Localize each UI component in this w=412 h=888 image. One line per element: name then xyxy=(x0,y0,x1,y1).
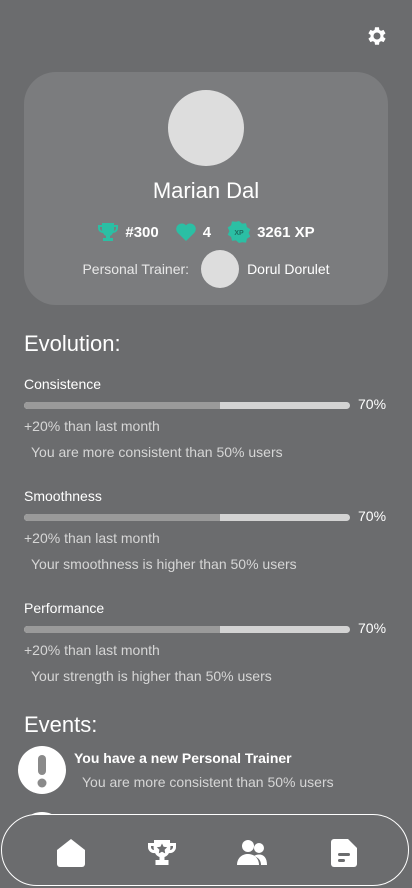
likes-value: 4 xyxy=(202,223,212,241)
progress-row: 70% xyxy=(24,394,394,416)
home-icon xyxy=(57,839,85,867)
heart-icon xyxy=(175,223,196,241)
event-title: You have a new Personal Trainer xyxy=(74,750,292,766)
gear-icon xyxy=(368,27,386,45)
progress-row: 70% xyxy=(24,506,394,528)
svg-text:XP: XP xyxy=(234,230,244,237)
progress-bar xyxy=(24,514,350,521)
metric-note: You are more consistent than 50% users xyxy=(31,444,283,460)
event-item[interactable]: You have a new Personal Trainer You are … xyxy=(18,746,398,796)
metric-smoothness: Smoothness 70% +20% than last month Your… xyxy=(24,488,394,572)
metric-label: Smoothness xyxy=(24,488,102,504)
profile-name: Marian Dal xyxy=(152,178,260,203)
trainer-avatar[interactable] xyxy=(201,250,240,288)
metric-label: Consistence xyxy=(24,376,102,392)
progress-row: 70% xyxy=(24,618,394,640)
xp-badge-icon: XP xyxy=(227,221,251,243)
metric-note: Your strength is higher than 50% users xyxy=(31,668,272,684)
progress-fill xyxy=(24,402,220,409)
metric-note: Your smoothness is higher than 50% users xyxy=(31,556,297,572)
metric-delta: +20% than last month xyxy=(24,418,160,434)
avatar[interactable] xyxy=(168,90,244,166)
profile-card: Marian Dal #300 4 XP 3261 XP Personal Tr… xyxy=(24,72,388,305)
trainer-name[interactable]: Dorul Dorulet xyxy=(247,261,329,277)
progress-percent: 70% xyxy=(358,620,387,636)
trophy-icon xyxy=(98,223,119,241)
metric-label: Performance xyxy=(24,600,105,616)
alert-icon xyxy=(18,746,66,794)
people-icon xyxy=(237,840,267,865)
xp-stat: XP 3261 XP xyxy=(227,220,315,244)
metric-consistence: Consistence 70% +20% than last month You… xyxy=(24,376,394,460)
nav-home[interactable] xyxy=(55,837,87,869)
rank-stat: #300 xyxy=(97,222,159,242)
trainer-row: Personal Trainer: Dorul Dorulet xyxy=(24,250,388,288)
trainer-label: Personal Trainer: xyxy=(82,261,190,277)
nav-community[interactable] xyxy=(236,837,268,869)
metric-delta: +20% than last month xyxy=(24,642,160,658)
progress-bar xyxy=(24,402,350,409)
nav-achievements[interactable] xyxy=(146,837,178,869)
progress-bar xyxy=(24,626,350,633)
events-title: Events: xyxy=(24,712,98,737)
bottom-nav xyxy=(1,814,409,886)
metric-performance: Performance 70% +20% than last month You… xyxy=(24,600,394,684)
event-subtitle: You are more consistent than 50% users xyxy=(82,774,334,790)
metric-delta: +20% than last month xyxy=(24,530,160,546)
notes-icon xyxy=(331,839,357,867)
trophy-icon xyxy=(147,840,177,865)
evolution-title: Evolution: xyxy=(24,331,121,356)
nav-notes[interactable] xyxy=(328,837,360,869)
progress-percent: 70% xyxy=(358,396,387,412)
progress-percent: 70% xyxy=(358,508,387,524)
progress-fill xyxy=(24,626,220,633)
progress-fill xyxy=(24,514,220,521)
xp-value: 3261 XP xyxy=(257,223,315,241)
rank-value: #300 xyxy=(125,223,159,241)
settings-button[interactable] xyxy=(364,24,388,48)
profile-stats: #300 4 XP 3261 XP xyxy=(24,220,388,244)
likes-stat: 4 xyxy=(175,222,211,242)
